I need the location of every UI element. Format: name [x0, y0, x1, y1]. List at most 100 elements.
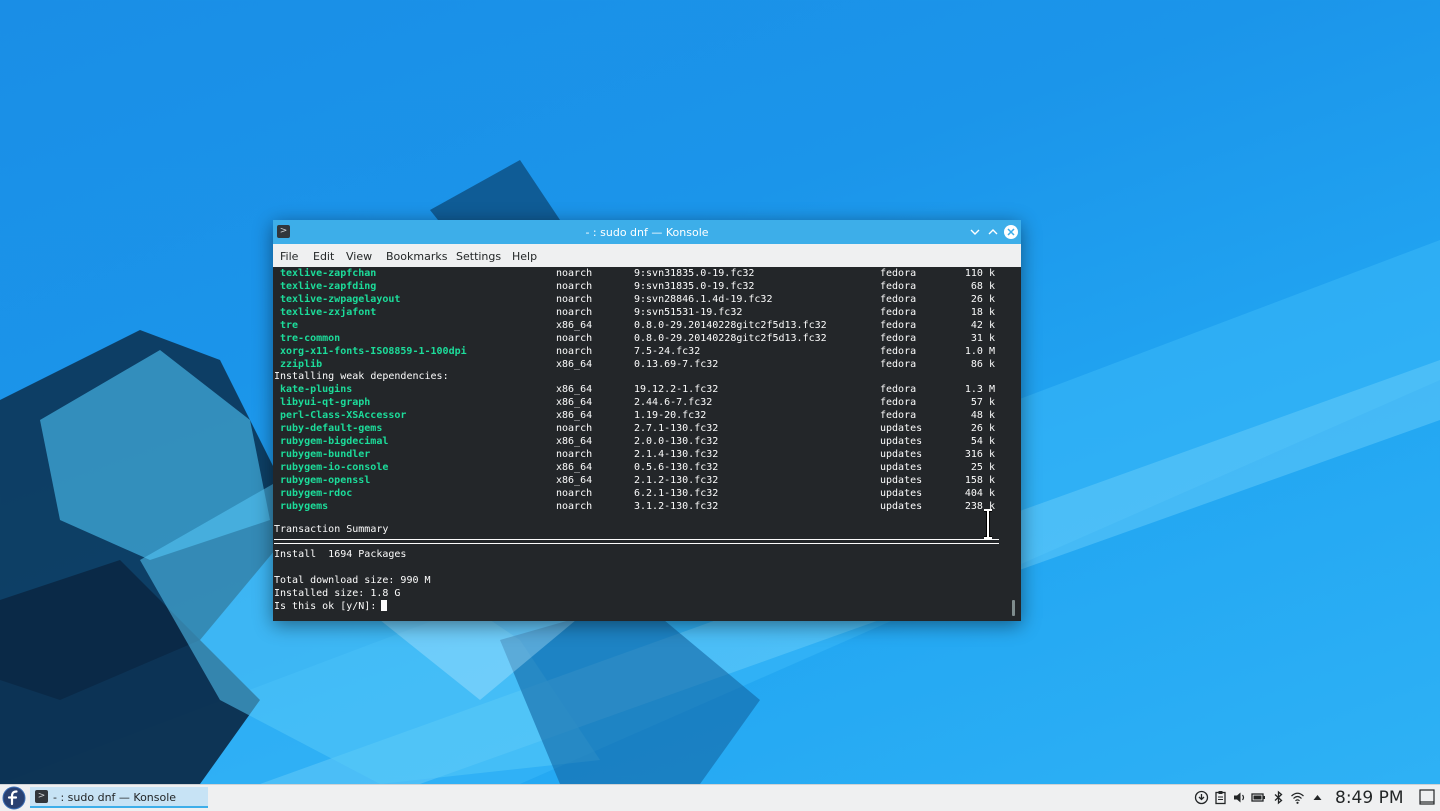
package-row: texlive-zapfding noarch 9:svn31835.0-19.…	[273, 280, 1013, 293]
konsole-task-icon: >	[35, 790, 48, 803]
close-icon	[1004, 225, 1018, 239]
terminal-output[interactable]: texlive-zapfchan noarch 9:svn31835.0-19.…	[273, 267, 1021, 621]
text-cursor-icon	[984, 509, 992, 539]
package-name: tre-common	[280, 333, 341, 344]
package-version: 1.19-20.fc32	[634, 410, 707, 421]
menu-view[interactable]: View	[346, 250, 372, 263]
package-arch: x86_64	[556, 320, 593, 331]
package-size: 18 k	[970, 307, 995, 318]
package-size: 26 k	[970, 423, 995, 434]
package-version: 0.5.6-130.fc32	[634, 462, 719, 473]
chevron-up-icon	[988, 229, 998, 235]
package-size: 86 k	[970, 359, 995, 370]
weak-deps-header: Installing weak dependencies:	[274, 371, 449, 382]
wifi-icon[interactable]	[1290, 790, 1305, 805]
terminal-cursor	[381, 600, 387, 611]
package-row: rubygems noarch 3.1.2-130.fc32 updates 2…	[273, 500, 1013, 513]
package-name: rubygem-bigdecimal	[280, 436, 389, 447]
taskbar-task-konsole[interactable]: > - : sudo dnf — Konsole	[30, 787, 208, 808]
package-version: 9:svn31835.0-19.fc32	[634, 268, 755, 279]
install-count-line: Install 1694 Packages	[274, 549, 407, 560]
window-titlebar[interactable]: > - : sudo dnf — Konsole	[273, 220, 1021, 244]
updates-icon[interactable]	[1194, 790, 1209, 805]
menu-help[interactable]: Help	[512, 250, 537, 263]
package-arch: noarch	[556, 501, 593, 512]
package-repo: fedora	[880, 268, 917, 279]
package-arch: noarch	[556, 307, 593, 318]
package-repo: fedora	[880, 320, 917, 331]
package-size: 110 k	[964, 268, 995, 279]
package-arch: noarch	[556, 294, 593, 305]
taskbar: > - : sudo dnf — Konsole 8:49 PM	[0, 784, 1440, 811]
package-arch: x86_64	[556, 475, 593, 486]
package-version: 0.8.0-29.20140228gitc2f5d13.fc32	[634, 333, 827, 344]
package-name: texlive-zapfchan	[280, 268, 377, 279]
package-arch: noarch	[556, 346, 593, 357]
package-name: perl-Class-XSAccessor	[280, 410, 407, 421]
package-version: 2.7.1-130.fc32	[634, 423, 719, 434]
package-version: 2.1.2-130.fc32	[634, 475, 719, 486]
menu-bar: File Edit View Bookmarks Settings Help	[273, 244, 1021, 267]
package-arch: x86_64	[556, 359, 593, 370]
package-version: 2.44.6-7.fc32	[634, 397, 713, 408]
menu-file[interactable]: File	[280, 250, 298, 263]
summary-divider	[274, 539, 999, 544]
package-repo: fedora	[880, 410, 917, 421]
package-name: texlive-zwpagelayout	[280, 294, 401, 305]
clipboard-icon[interactable]	[1213, 790, 1228, 805]
package-version: 19.12.2-1.fc32	[634, 384, 719, 395]
package-repo: fedora	[880, 346, 917, 357]
package-row: rubygem-bigdecimal x86_64 2.0.0-130.fc32…	[273, 435, 1013, 448]
volume-icon[interactable]	[1232, 790, 1247, 805]
package-version: 2.0.0-130.fc32	[634, 436, 719, 447]
package-repo: updates	[880, 462, 923, 473]
confirm-prompt: Is this ok [y/N]:	[274, 601, 383, 612]
maximize-button[interactable]	[985, 224, 1001, 240]
task-label: - : sudo dnf — Konsole	[53, 791, 177, 804]
package-row: tre x86_64 0.8.0-29.20140228gitc2f5d13.f…	[273, 319, 1013, 332]
package-name: tre	[280, 320, 299, 331]
package-arch: noarch	[556, 423, 593, 434]
package-repo: updates	[880, 436, 923, 447]
fedora-launcher-icon[interactable]	[2, 786, 26, 810]
package-arch: x86_64	[556, 397, 593, 408]
package-repo: fedora	[880, 397, 917, 408]
package-repo: fedora	[880, 307, 917, 318]
battery-icon[interactable]	[1251, 790, 1266, 805]
package-size: 48 k	[970, 410, 995, 421]
package-name: kate-plugins	[280, 384, 353, 395]
minimize-button[interactable]	[967, 224, 983, 240]
chevron-down-icon	[970, 229, 980, 235]
tray-expand-arrow-icon[interactable]	[1310, 790, 1325, 805]
package-name: texlive-zapfding	[280, 281, 377, 292]
package-size: 31 k	[970, 333, 995, 344]
transaction-summary-header: Transaction Summary	[274, 524, 389, 535]
package-version: 0.8.0-29.20140228gitc2f5d13.fc32	[634, 320, 827, 331]
window-title: - : sudo dnf — Konsole	[585, 226, 709, 239]
package-version: 9:svn28846.1.4d-19.fc32	[634, 294, 773, 305]
menu-settings[interactable]: Settings	[456, 250, 501, 263]
package-name: rubygems	[280, 501, 329, 512]
package-arch: noarch	[556, 268, 593, 279]
package-version: 7.5-24.fc32	[634, 346, 701, 357]
menu-edit[interactable]: Edit	[313, 250, 334, 263]
package-repo: fedora	[880, 359, 917, 370]
taskbar-clock[interactable]: 8:49 PM	[1335, 788, 1404, 808]
menu-bookmarks[interactable]: Bookmarks	[386, 250, 447, 263]
package-row: rubygem-openssl x86_64 2.1.2-130.fc32 up…	[273, 474, 1013, 487]
package-version: 6.2.1-130.fc32	[634, 488, 719, 499]
package-size: 42 k	[970, 320, 995, 331]
package-name: xorg-x11-fonts-ISO8859-1-100dpi	[280, 346, 467, 357]
package-size: 68 k	[970, 281, 995, 292]
package-name: libyui-qt-graph	[280, 397, 371, 408]
package-version: 3.1.2-130.fc32	[634, 501, 719, 512]
package-size: 57 k	[970, 397, 995, 408]
terminal-scrollbar[interactable]	[1012, 600, 1015, 616]
bluetooth-icon[interactable]	[1271, 790, 1286, 805]
package-row: texlive-zwpagelayout noarch 9:svn28846.1…	[273, 293, 1013, 306]
package-row: kate-plugins x86_64 19.12.2-1.fc32 fedor…	[273, 383, 1013, 396]
package-size: 1.3 M	[964, 384, 995, 395]
show-desktop-icon[interactable]	[1419, 789, 1435, 805]
close-button[interactable]	[1003, 224, 1019, 240]
package-row: texlive-zapfchan noarch 9:svn31835.0-19.…	[273, 267, 1013, 280]
